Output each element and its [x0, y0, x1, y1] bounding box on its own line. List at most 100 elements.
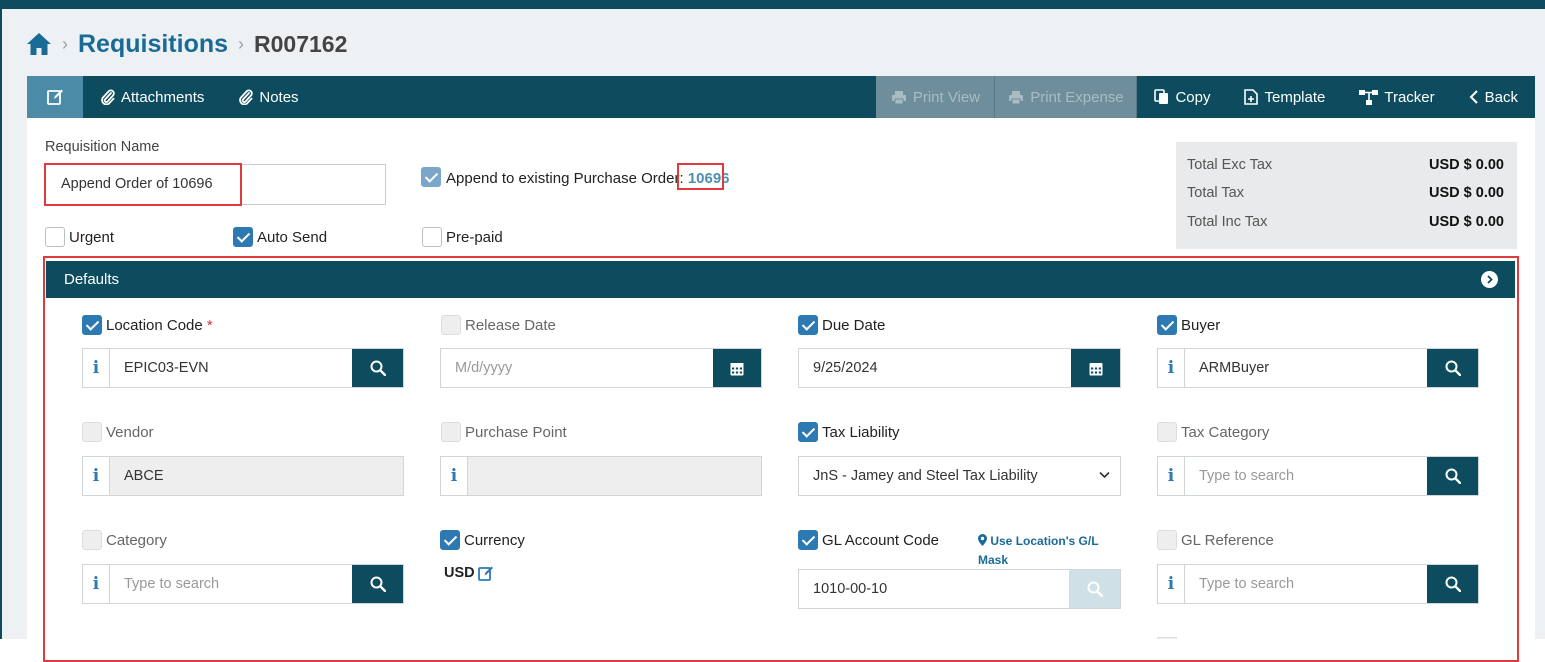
location-code-checkbox[interactable]	[82, 315, 102, 335]
back-button[interactable]: Back	[1452, 76, 1535, 118]
total-inc-tax-row: Total Inc Tax USD $ 0.00	[1187, 214, 1504, 230]
buyer-input[interactable]: ARMBuyer	[1185, 349, 1427, 387]
next-row-checkbox-partial[interactable]	[1157, 637, 1177, 639]
release-date-checkbox[interactable]	[441, 315, 461, 335]
total-exc-tax-label: Total Exc Tax	[1187, 157, 1273, 173]
info-icon[interactable]: i	[1158, 565, 1185, 603]
info-icon[interactable]: i	[83, 565, 110, 603]
location-code-label: Location Code *	[106, 317, 213, 334]
release-date-field: M/d/yyyy	[440, 348, 762, 388]
chevron-left-icon	[1469, 90, 1478, 104]
tax-liability-select[interactable]: JnS - Jamey and Steel Tax Liability	[798, 456, 1121, 496]
due-date-label: Due Date	[822, 317, 886, 334]
attachments-button[interactable]: Attachments	[83, 76, 221, 118]
append-po-checkbox[interactable]	[421, 167, 441, 187]
tax-category-field: i Type to search	[1157, 456, 1479, 496]
release-date-calendar-button[interactable]	[713, 349, 761, 387]
map-pin-icon	[978, 534, 987, 546]
urgent-checkbox[interactable]	[45, 227, 65, 247]
info-icon[interactable]: i	[1158, 457, 1185, 495]
buyer-search-button[interactable]	[1427, 349, 1478, 387]
auto-send-label: Auto Send	[257, 229, 328, 246]
pencil-square-icon[interactable]	[477, 565, 494, 581]
append-po-link[interactable]: 10696	[688, 170, 730, 187]
location-code-search-button[interactable]	[352, 349, 403, 387]
info-icon[interactable]: i	[1158, 349, 1185, 387]
chevron-right-circle-icon[interactable]	[1481, 271, 1498, 288]
edit-button[interactable]	[27, 76, 83, 118]
requisition-name-label: Requisition Name	[45, 139, 160, 155]
info-icon[interactable]: i	[83, 457, 110, 495]
currency-checkbox[interactable]	[440, 530, 460, 550]
print-expense-button[interactable]: Print Expense	[995, 76, 1138, 118]
purchase-point-input[interactable]	[468, 457, 761, 495]
template-button[interactable]: Template	[1227, 76, 1342, 118]
tax-category-checkbox[interactable]	[1157, 422, 1177, 442]
total-inc-tax-value: USD $ 0.00	[1429, 214, 1504, 230]
required-mark: *	[206, 317, 213, 334]
tax-category-input[interactable]: Type to search	[1185, 457, 1427, 495]
calendar-icon	[730, 362, 744, 375]
info-icon[interactable]: i	[83, 349, 110, 387]
gl-reference-input[interactable]: Type to search	[1185, 565, 1427, 603]
category-input[interactable]: Type to search	[110, 565, 352, 603]
vendor-label: Vendor	[106, 424, 154, 441]
auto-send-checkbox[interactable]	[233, 227, 253, 247]
currency-display: USD	[444, 565, 494, 581]
gl-account-code-search-button[interactable]	[1069, 570, 1120, 608]
tax-liability-label: Tax Liability	[822, 424, 900, 441]
attachments-label: Attachments	[121, 88, 205, 106]
breadcrumb-separator: ›	[62, 33, 68, 54]
currency-value: USD	[444, 565, 475, 581]
search-icon	[1087, 581, 1103, 597]
search-icon	[1445, 576, 1461, 592]
search-icon	[1445, 360, 1461, 376]
tax-category-search-button[interactable]	[1427, 457, 1478, 495]
notes-button[interactable]: Notes	[221, 76, 315, 118]
gl-account-code-label: GL Account Code	[822, 532, 940, 549]
gl-account-code-checkbox[interactable]	[798, 530, 818, 550]
vendor-checkbox[interactable]	[82, 422, 102, 442]
defaults-section-header[interactable]: Defaults	[46, 261, 1515, 298]
total-tax-value: USD $ 0.00	[1429, 185, 1504, 201]
use-location-gl-mask-link[interactable]: Use Location's G/L Mask	[978, 532, 1099, 570]
breadcrumb-separator: ›	[238, 33, 245, 54]
print-expense-label: Print Expense	[1030, 88, 1124, 106]
category-label: Category	[106, 532, 167, 549]
category-checkbox[interactable]	[82, 530, 102, 550]
release-date-input[interactable]: M/d/yyyy	[441, 349, 713, 387]
chevron-down-icon	[1099, 471, 1110, 479]
print-view-button[interactable]: Print View	[876, 76, 996, 118]
template-label: Template	[1264, 88, 1326, 106]
home-icon[interactable]	[26, 31, 52, 57]
tracker-button[interactable]: Tracker	[1342, 76, 1451, 118]
vendor-input[interactable]: ABCE	[110, 457, 403, 495]
vendor-field: i ABCE	[82, 456, 404, 496]
due-date-checkbox[interactable]	[798, 315, 818, 335]
totals-panel: Total Exc Tax USD $ 0.00 Total Tax USD $…	[1176, 142, 1517, 249]
requisition-name-input[interactable]: Append Order of 10696	[45, 164, 386, 205]
total-inc-tax-label: Total Inc Tax	[1187, 214, 1268, 230]
search-icon	[370, 360, 386, 376]
info-icon[interactable]: i	[441, 457, 468, 495]
buyer-checkbox[interactable]	[1157, 315, 1177, 335]
currency-label: Currency	[464, 532, 525, 549]
notes-label: Notes	[259, 88, 299, 106]
category-search-button[interactable]	[352, 565, 403, 603]
gl-reference-label: GL Reference	[1181, 532, 1274, 549]
gl-reference-checkbox[interactable]	[1157, 530, 1177, 550]
location-code-input[interactable]: EPIC03-EVN	[110, 349, 352, 387]
due-date-calendar-button[interactable]	[1071, 349, 1120, 387]
buyer-label: Buyer	[1181, 317, 1221, 334]
copy-button[interactable]: Copy	[1137, 76, 1227, 118]
prepaid-checkbox[interactable]	[422, 227, 442, 247]
breadcrumb-requisitions-link[interactable]: Requisitions	[78, 30, 228, 59]
tax-liability-checkbox[interactable]	[798, 422, 818, 442]
due-date-input[interactable]: 9/25/2024	[799, 349, 1071, 387]
gl-reference-search-button[interactable]	[1427, 565, 1478, 603]
gl-account-code-input[interactable]: 1010-00-10	[799, 570, 1069, 608]
purchase-point-checkbox[interactable]	[441, 422, 461, 442]
gl-mask-line2: Mask	[978, 553, 1009, 567]
tracker-label: Tracker	[1384, 88, 1435, 106]
